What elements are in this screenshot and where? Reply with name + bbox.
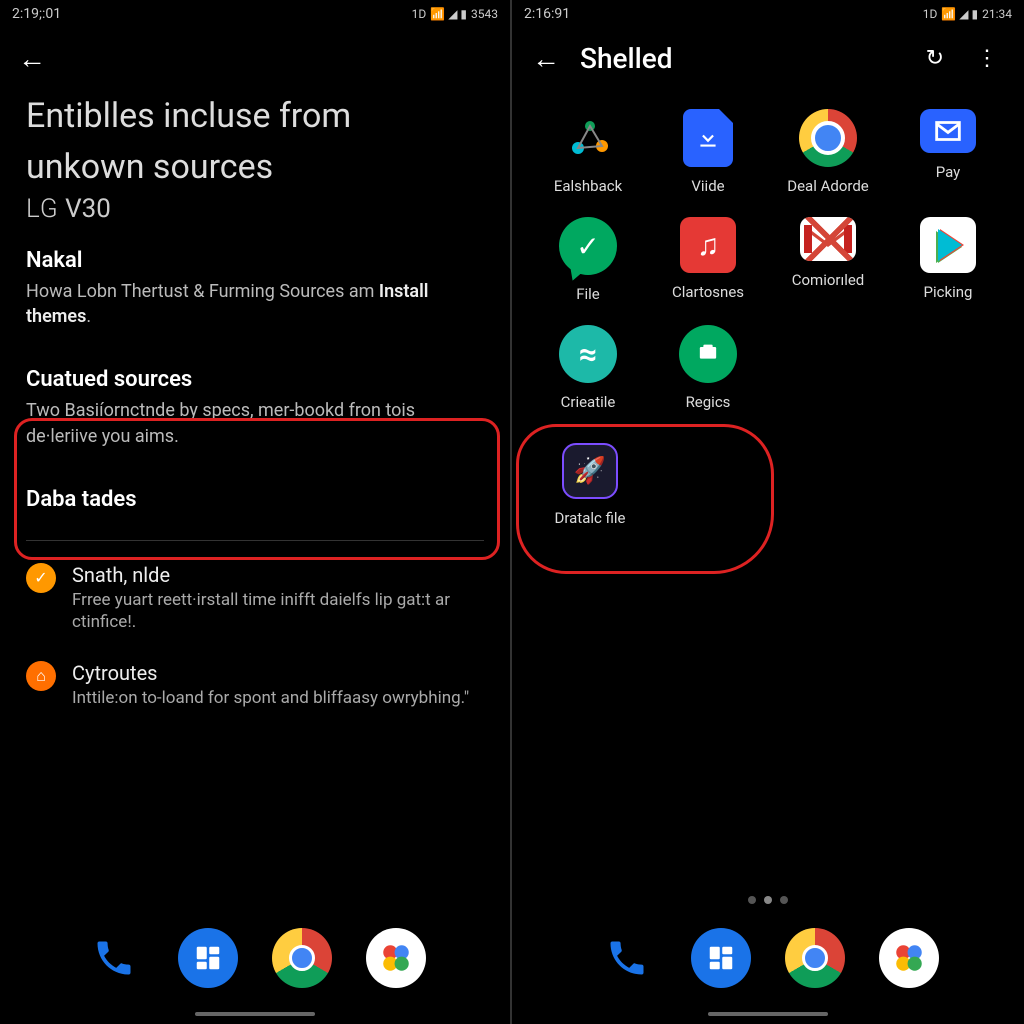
- chrome-icon: [799, 109, 857, 167]
- refresh-icon[interactable]: ↻: [920, 46, 950, 71]
- list-item-title: Snath, nlde: [72, 563, 484, 587]
- photos-icon[interactable]: [366, 928, 426, 988]
- status-icons: 📶 ◢ ▮: [941, 7, 978, 21]
- rocket-icon: 🚀: [562, 443, 618, 499]
- page-title-line2: unkown sources: [0, 140, 510, 191]
- left-screenshot: 2:19;:01 1D 📶 ◢ ▮ 3543 ← Entiblles inclu…: [0, 0, 512, 1024]
- header: ←: [0, 28, 510, 89]
- app-label: Viide: [691, 177, 724, 195]
- status-battery-text: 3543: [471, 7, 498, 21]
- subtitle-model: V30: [65, 194, 111, 224]
- app-picking[interactable]: Picking: [890, 209, 1006, 309]
- section-daba[interactable]: Daba tades: [0, 463, 510, 532]
- list-item-title: Cytroutes: [72, 661, 484, 685]
- file-download-icon: [683, 109, 733, 167]
- play-store-icon: [920, 217, 976, 273]
- back-arrow-icon[interactable]: ←: [532, 42, 560, 75]
- app-label: Ealshback: [554, 177, 622, 195]
- chrome-icon[interactable]: [272, 928, 332, 988]
- apps-grid: Ealshback Viide Deal Adorde Pay ✓ File ♫…: [512, 89, 1024, 417]
- app-crieatile[interactable]: Crieatile: [530, 317, 646, 417]
- dot: [780, 896, 788, 904]
- mail-icon: [920, 109, 976, 153]
- list-item-body: Snath, nlde Frree yuart reett·irstall ti…: [72, 563, 484, 633]
- status-bar: 2:16:91 1D 📶 ◢ ▮ 21:34: [512, 0, 1024, 28]
- apps-icon[interactable]: [178, 928, 238, 988]
- app-label: Clartosnes: [672, 283, 744, 301]
- list-item[interactable]: ⌂ Cytroutes Inttile:on to-loand for spon…: [0, 647, 510, 723]
- status-indicator: 1D: [923, 7, 938, 21]
- section-cuatued[interactable]: Cuatued sources Two Basiíornctnde by spe…: [0, 343, 510, 462]
- apps-icon[interactable]: [691, 928, 751, 988]
- app-label: File: [576, 285, 600, 303]
- app-label: Crieatile: [561, 393, 616, 411]
- app-label: Regics: [686, 393, 731, 411]
- app-ealshback[interactable]: Ealshback: [530, 101, 646, 201]
- status-time: 2:19;:01: [12, 6, 61, 22]
- more-icon[interactable]: ⋮: [970, 46, 1004, 71]
- app-deal-adorde[interactable]: Deal Adorde: [770, 101, 886, 201]
- app-clartosnes[interactable]: ♫ Clartosnes: [650, 209, 766, 309]
- app-label: Comiorıled: [792, 271, 865, 289]
- photos-icon[interactable]: [879, 928, 939, 988]
- phone-icon[interactable]: [84, 928, 144, 988]
- section-title: Nakal: [26, 248, 484, 273]
- list-item-desc: Frree yuart reett·irstall time inifft da…: [72, 589, 484, 633]
- app-label: Deal Adorde: [787, 177, 868, 195]
- app-label: Dratalc file: [555, 509, 626, 527]
- app-viide[interactable]: Viide: [650, 101, 766, 201]
- music-icon: ♫: [680, 217, 736, 273]
- check-icon: ✓: [559, 217, 617, 275]
- home-indicator[interactable]: [708, 1012, 828, 1016]
- back-arrow-icon[interactable]: ←: [18, 42, 46, 75]
- dot-active: [764, 896, 772, 904]
- page-subtitle: LG V30: [0, 190, 510, 242]
- page-title: Shelled: [580, 42, 900, 75]
- status-battery-text: 21:34: [982, 7, 1012, 21]
- extra-apps-row: 🚀 Dratalc file: [512, 417, 1024, 533]
- section-desc: Howa Lobn Thertust & Furming Sources am …: [26, 279, 484, 329]
- check-icon: ✓: [26, 563, 56, 593]
- right-screenshot: 2:16:91 1D 📶 ◢ ▮ 21:34 ← Shelled ↻ ⋮ Eal…: [512, 0, 1024, 1024]
- status-right: 1D 📶 ◢ ▮ 3543: [412, 7, 498, 21]
- list-item[interactable]: ✓ Snath, nlde Frree yuart reett·irstall …: [0, 549, 510, 647]
- page-title-line1: Entiblles incluse from: [0, 89, 510, 140]
- subtitle-brand: LG: [26, 194, 59, 224]
- status-bar: 2:19;:01 1D 📶 ◢ ▮ 3543: [0, 0, 510, 28]
- section-title: Cuatued sources: [26, 367, 484, 392]
- list-item-body: Cytroutes Inttile:on to-loand for spont …: [72, 661, 484, 709]
- app-dratalc-file[interactable]: 🚀 Dratalc file: [530, 435, 650, 533]
- gmail-icon: [800, 217, 856, 261]
- dot: [748, 896, 756, 904]
- app-label: Picking: [924, 283, 973, 301]
- spotify-icon: [559, 325, 617, 383]
- app-file[interactable]: ✓ File: [530, 209, 646, 309]
- page-indicator: [748, 896, 788, 904]
- status-icons: 📶 ◢ ▮: [430, 7, 467, 21]
- home-icon: ⌂: [26, 661, 56, 691]
- status-time: 2:16:91: [524, 6, 570, 22]
- chrome-icon[interactable]: [785, 928, 845, 988]
- status-right: 1D 📶 ◢ ▮ 21:34: [923, 7, 1012, 21]
- app-pay[interactable]: Pay: [890, 101, 1006, 201]
- divider: [26, 540, 484, 541]
- app-regics[interactable]: Regics: [650, 317, 766, 417]
- dock: [0, 928, 510, 988]
- list-item-desc: Inttile:on to-loand for spont and bliffa…: [72, 687, 484, 709]
- chat-icon: [679, 325, 737, 383]
- share-icon: [559, 109, 617, 167]
- status-indicator: 1D: [412, 7, 427, 21]
- section-nakal[interactable]: Nakal Howa Lobn Thertust & Furming Sourc…: [0, 242, 510, 343]
- app-comiorled[interactable]: Comiorıled: [770, 209, 886, 309]
- phone-icon[interactable]: [597, 928, 657, 988]
- dock: [512, 928, 1024, 988]
- section-desc: Two Basiíornctnde by specs, mer-bookd fr…: [26, 398, 484, 448]
- home-indicator[interactable]: [195, 1012, 315, 1016]
- section-title: Daba tades: [26, 487, 484, 512]
- header: ← Shelled ↻ ⋮: [512, 28, 1024, 89]
- app-label: Pay: [936, 163, 961, 181]
